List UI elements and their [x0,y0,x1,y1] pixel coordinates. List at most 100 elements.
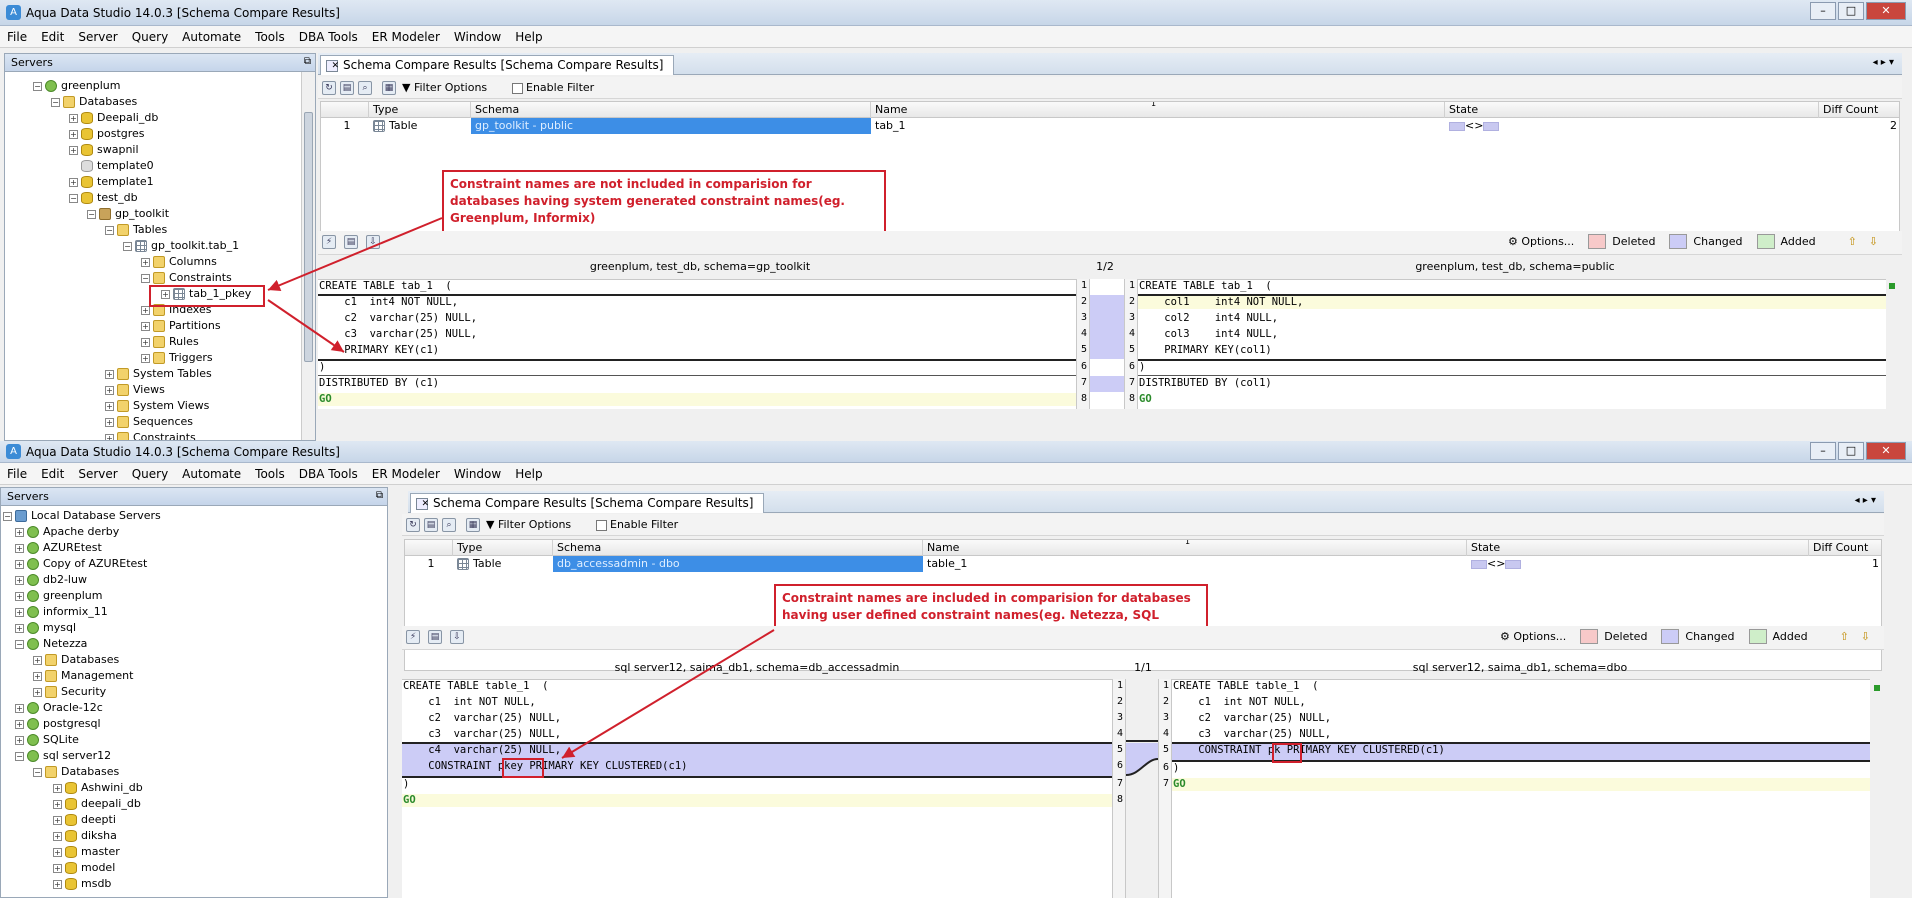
right-code-pane[interactable]: CREATE TABLE table_1 ( c1 int NOT NULL, … [1172,679,1870,898]
col-diff-count[interactable]: Diff Count [1819,102,1899,118]
tree-item[interactable]: − sql server12 [15,748,111,764]
schema-cell[interactable]: db_accessadmin - dbo [553,556,923,572]
pin-icon[interactable]: ⧉ [304,56,311,67]
tree-item[interactable]: − test_db [69,190,138,206]
menu-query[interactable]: Query [125,26,175,48]
collapse-icon[interactable]: − [33,81,42,91]
report-icon[interactable]: ▦ [466,518,480,532]
menu-window[interactable]: Window [447,463,508,485]
tab-schema-compare-results[interactable]: Schema Compare Results [Schema Compare R… [320,55,674,75]
tree-item[interactable]: + Deepali_db [69,110,158,126]
export-icon[interactable]: ⇩ [450,630,464,644]
schema-cell[interactable]: gp_toolkit - public [471,118,871,134]
maximize-button[interactable]: □ [1838,442,1864,460]
next-diff-icon[interactable]: ⇩ [1869,235,1878,248]
menu-dba-tools[interactable]: DBA Tools [292,463,365,485]
expand-icon[interactable]: + [105,417,114,427]
tree-item[interactable]: + swapnil [69,142,139,158]
tree-item[interactable]: + Constraints [105,430,196,440]
sync-icon[interactable]: ⚡ [406,630,420,644]
options-button[interactable]: ⚙ Options... [1500,630,1566,643]
tree-item[interactable]: + Rules [141,334,199,350]
options-button[interactable]: ⚙ Options... [1508,235,1574,248]
pin-icon[interactable]: ⧉ [376,490,383,501]
expand-icon[interactable]: + [105,433,114,440]
menu-automate[interactable]: Automate [175,26,248,48]
tree-item[interactable]: + Security [33,684,106,700]
tree-item[interactable]: + Management [33,668,133,684]
tree-item[interactable]: template0 [81,158,154,174]
tree-item[interactable]: + greenplum [15,588,103,604]
menu-server[interactable]: Server [71,463,124,485]
report-icon[interactable]: ▦ [382,81,396,95]
collapse-icon[interactable]: − [51,97,60,107]
prev-diff-icon[interactable]: ⇧ [1848,235,1857,248]
tree-item[interactable]: + AZUREtest [15,540,102,556]
tree-item[interactable]: + postgres [69,126,145,142]
tree-item[interactable]: + deepti [53,812,116,828]
tree-item[interactable]: + SQLite [15,732,79,748]
close-tab-icon[interactable]: ✕ [421,496,763,509]
tree-item[interactable]: − gp_toolkit.tab_1 [123,238,239,254]
tree-item[interactable]: + Databases [33,652,119,668]
menu-automate[interactable]: Automate [175,463,248,485]
menu-file[interactable]: File [0,26,34,48]
collapse-icon[interactable]: − [141,273,150,283]
tree-item[interactable]: − Constraints [141,270,232,286]
tree-item[interactable]: − Netezza [15,636,87,652]
expand-icon[interactable]: + [141,353,150,363]
left-code-pane[interactable]: CREATE TABLE table_1 ( c1 int NOT NULL, … [402,679,1112,898]
tree-item[interactable]: + Oracle-12c [15,700,103,716]
col-type[interactable]: Type [369,102,471,118]
tree-item[interactable]: + System Tables [105,366,212,382]
enable-filter-checkbox[interactable]: Enable Filter [596,518,678,531]
table-row[interactable]: 1 Table gp_toolkit - public tab_1 <> 2 [321,118,1899,134]
tree-item[interactable]: − Tables [105,222,167,238]
tree-item[interactable]: + Ashwini_db [53,780,143,796]
expand-icon[interactable]: + [141,321,150,331]
tree-item[interactable]: + Sequences [105,414,193,430]
close-window-button[interactable]: ✕ [1866,442,1906,460]
tab-schema-compare-results[interactable]: Schema Compare Results [Schema Compare R… [410,493,764,513]
expand-icon[interactable]: + [105,385,114,395]
tree-item[interactable]: + Apache derby [15,524,119,540]
script-icon[interactable]: ▤ [428,630,442,644]
col-state[interactable]: State [1445,102,1819,118]
menu-tools[interactable]: Tools [248,26,292,48]
tree-item[interactable]: + System Views [105,398,209,414]
tree-item[interactable]: + Partitions [141,318,221,334]
menu-server[interactable]: Server [71,26,124,48]
expand-icon[interactable]: + [69,113,78,123]
expand-icon[interactable]: + [69,177,78,187]
menu-window[interactable]: Window [447,26,508,48]
expand-icon[interactable]: + [69,129,78,139]
menu-er-modeler[interactable]: ER Modeler [365,26,447,48]
menu-edit[interactable]: Edit [34,26,71,48]
tree-item[interactable]: + db2-luw [15,572,87,588]
menu-dba-tools[interactable]: DBA Tools [292,26,365,48]
col-name[interactable]: Name [923,540,1467,556]
menu-help[interactable]: Help [508,26,549,48]
col-name[interactable]: Name [871,102,1445,118]
save-icon[interactable]: ▤ [424,518,438,532]
close-window-button[interactable]: ✕ [1866,2,1906,20]
tree-item[interactable]: − greenplum [33,78,121,94]
prev-diff-icon[interactable]: ⇧ [1840,630,1849,643]
expand-icon[interactable]: + [141,337,150,347]
menu-er-modeler[interactable]: ER Modeler [365,463,447,485]
collapse-icon[interactable]: − [123,241,132,251]
col-diff-count[interactable]: Diff Count [1809,540,1881,556]
code-scrollbar[interactable] [1886,279,1898,409]
maximize-button[interactable]: □ [1838,2,1864,20]
script-icon[interactable]: ▤ [344,235,358,249]
find-icon[interactable]: ⌕ [442,518,456,532]
tab-nav-icon[interactable]: ◂ ▸ ▾ [1873,57,1894,68]
tree-item[interactable]: − Databases [33,764,119,780]
right-code-pane[interactable]: CREATE TABLE tab_1 ( col1 int4 NOT NULL,… [1138,279,1886,409]
enable-filter-checkbox[interactable]: Enable Filter [512,81,594,94]
filter-options-button[interactable]: ▼ Filter Options [402,81,487,94]
tab-nav-icon[interactable]: ◂ ▸ ▾ [1855,495,1876,506]
col-schema[interactable]: Schema [553,540,923,556]
col-type[interactable]: Type [453,540,553,556]
col-schema[interactable]: Schema [471,102,871,118]
